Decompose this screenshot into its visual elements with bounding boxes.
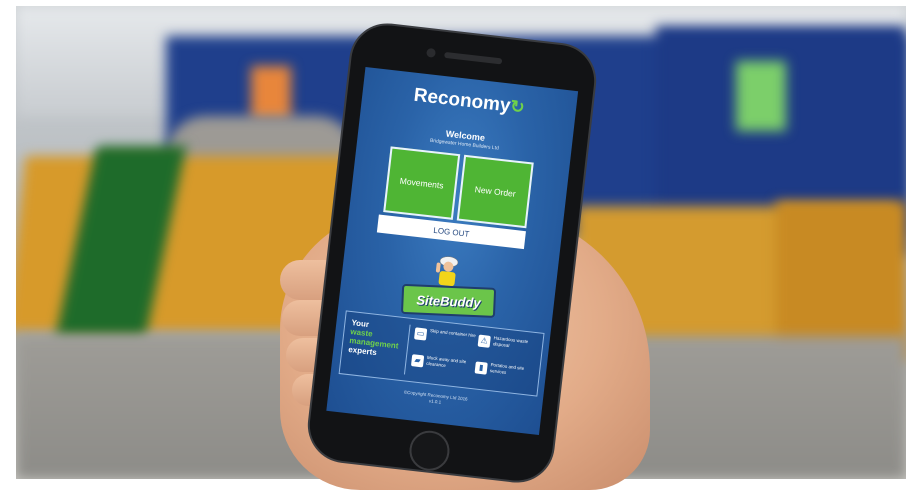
sitebuddy-logo: SiteBuddy <box>400 283 497 318</box>
movements-label: Movements <box>399 175 445 191</box>
sitebuddy-label: SiteBuddy <box>416 292 481 310</box>
worker-mascot-icon <box>435 256 459 287</box>
service-item: ▭ Skip and container hire <box>413 325 477 354</box>
brand-name: Reconomy <box>412 84 512 117</box>
service-label: Hazardous waste disposal <box>492 335 529 348</box>
toilet-icon: ▮ <box>474 361 488 375</box>
recycle-swirl-icon: ↻ <box>509 96 526 118</box>
service-label: Muck away and site clearance <box>426 354 467 368</box>
banner-heading: Your waste management experts <box>348 318 408 360</box>
earpiece-speaker <box>444 51 503 65</box>
new-order-label: New Order <box>474 184 517 199</box>
reconomy-logo: Reconomy↻ <box>362 79 577 125</box>
service-item: ▰ Muck away and site clearance <box>410 352 474 381</box>
truck-icon: ▰ <box>410 354 425 368</box>
logout-label: LOG OUT <box>432 225 470 239</box>
new-order-button[interactable]: New Order <box>456 154 534 229</box>
service-label: Skip and container hire <box>429 328 477 339</box>
service-item: ▮ Portaloo and site services <box>474 359 538 388</box>
skip-icon: ▭ <box>413 327 428 341</box>
smartphone: Reconomy↻ Welcome Bridgewater Home Build… <box>305 21 599 485</box>
service-item: ⚠ Hazardous waste disposal <box>477 333 541 362</box>
service-label: Portaloo and site services <box>489 362 525 375</box>
home-button[interactable] <box>407 428 452 473</box>
movements-button[interactable]: Movements <box>383 146 461 220</box>
front-camera-icon <box>426 47 437 58</box>
hazard-icon: ⚠ <box>477 334 491 348</box>
app-screen: Reconomy↻ Welcome Bridgewater Home Build… <box>326 67 579 436</box>
services-banner: Your waste management experts ▭ Skip and… <box>338 310 545 397</box>
